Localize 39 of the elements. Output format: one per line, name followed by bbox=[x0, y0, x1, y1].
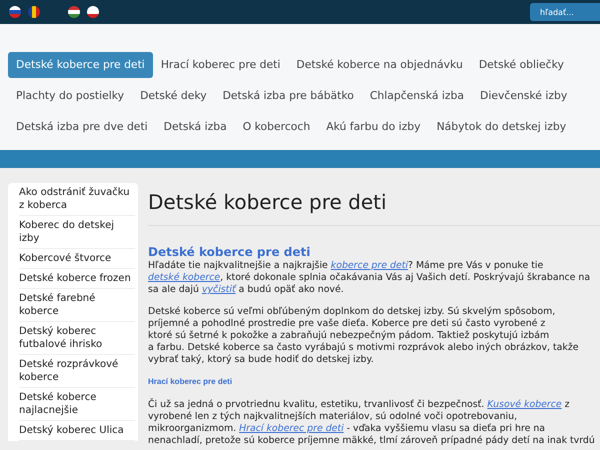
sidebar-link[interactable]: Detský koberec futbalové ihrisko bbox=[19, 322, 135, 355]
sidebar-link[interactable]: Ako odstrániť žuvačku z koberca bbox=[19, 183, 135, 216]
section-heading: Detské koberce pre deti bbox=[148, 244, 312, 260]
paragraph: Či už sa jedná o prvotriednu kvalitu, estetiku, trvanlivosť či bezpečnosť. Kusové koberce z vyrobené len z tých najkvalitnejších materiálov, sú odolné voči opotrebovaniu, mikroorganizmom. Hrací koberec pre deti - vďaka vyššiemu vlasu sa dieťa pri hre na nenachladí, pretože sú koberce príjemne mäkké, tlmí zároveň prípadné pády detí na inak tvrdú bbox=[148, 399, 595, 447]
text-link[interactable]: vyčistiť bbox=[202, 284, 236, 295]
text-link[interactable]: detské koberce bbox=[148, 272, 220, 283]
nav-link[interactable]: Chlapčenská izba bbox=[362, 83, 472, 109]
sidebar-link[interactable]: Detské koberce najlacnejšie bbox=[19, 388, 135, 421]
nav-link[interactable]: Nábytok do detskej izby bbox=[428, 114, 574, 140]
nav-link[interactable]: Detská izba pre dve deti bbox=[8, 114, 156, 140]
paragraph: Hľadáte tie najkvalitnejšie a najkrajšie koberce pre deti? Máme pre Vás v ponuke tie detské koberce, ktoré dokonale splnia očakávania Vás aj Vašich detí. Poskrývajú škrabance na sa ale dajú vyčistiť a budú opäť ako nové. bbox=[148, 260, 590, 296]
text-link[interactable]: Kusové koberce bbox=[487, 399, 562, 410]
nav-link[interactable]: Plachty do postielky bbox=[8, 83, 132, 109]
section-subheading: Hrací koberec pre deti bbox=[148, 376, 234, 388]
flag-icon[interactable] bbox=[28, 6, 40, 18]
page-title: Detské koberce pre deti bbox=[148, 189, 600, 226]
sidebar-link[interactable]: Detské farebné koberce bbox=[19, 289, 135, 322]
nav-link[interactable]: Detské obliečky bbox=[470, 52, 572, 78]
nav-link[interactable]: Akú farbu do izby bbox=[318, 114, 429, 140]
sidebar-link[interactable]: Detský koberec Ulica bbox=[19, 421, 135, 441]
text-link[interactable]: Hrací koberec pre deti bbox=[239, 423, 344, 434]
sidebar-link[interactable]: Detské rozprávkové koberce bbox=[19, 355, 135, 388]
nav-link[interactable]: O kobercoch bbox=[234, 114, 318, 140]
flag-icon[interactable] bbox=[68, 6, 80, 18]
nav-link[interactable]: Detská izba bbox=[156, 114, 235, 140]
sidebar-link[interactable]: Koberec do detskej izby bbox=[19, 216, 135, 249]
sidebar-link[interactable]: Detské koberce frozen bbox=[19, 269, 135, 289]
flag-icon[interactable] bbox=[9, 6, 21, 18]
nav-link[interactable]: Detská izba pre bábätko bbox=[214, 83, 362, 109]
nav-link[interactable]: Detské deky bbox=[132, 83, 215, 109]
nav-link[interactable]: Dievčenské izby bbox=[472, 83, 576, 109]
paragraph: Detské koberce sú veľmi obľúbeným doplnkom do detskej izby. Sú skvelým spôsobom, príjemné a pohodlné prostredie pre vaše dieťa. Koberce pre deti sú často vyrobené z ktoré sú šetrné k pokožke a zabraňujú nebezpečným pádom. Taktiež poskytujú izbám a farbu. Detské koberce sa často vyrábajú s motivmi rozprávok alebo iných obrázkov, takže vybrať taký, ktorý sa bude hodiť do detskej izby. bbox=[148, 306, 579, 366]
nav-link[interactable]: Hrací koberec pre deti bbox=[152, 52, 288, 78]
nav-link[interactable]: Detské koberce pre deti bbox=[8, 52, 153, 78]
sidebar-link[interactable]: Kobercové štvorce bbox=[19, 249, 135, 269]
search-field[interactable]: hľadať... bbox=[530, 3, 600, 21]
flag-icon[interactable] bbox=[87, 6, 99, 18]
nav-link[interactable]: Detské koberce na objednávku bbox=[288, 52, 471, 78]
text-link[interactable]: koberce pre deti bbox=[330, 260, 408, 271]
